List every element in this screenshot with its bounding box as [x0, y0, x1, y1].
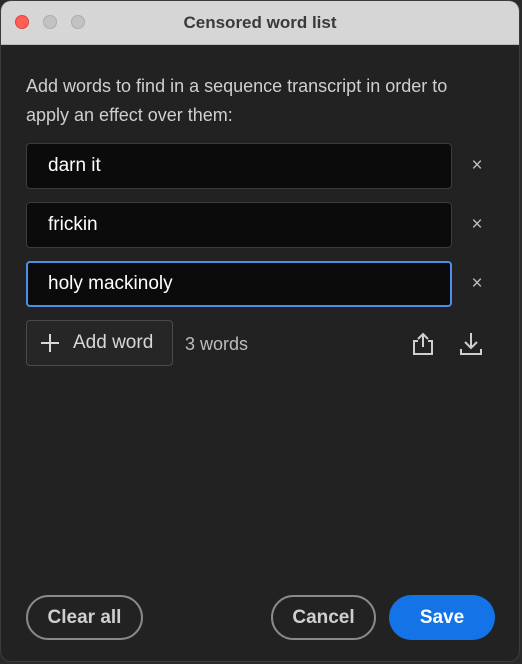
word-input-2[interactable]	[26, 202, 452, 248]
download-import-icon	[460, 333, 482, 355]
remove-word-3-button[interactable]: ×	[466, 273, 488, 295]
clear-all-button[interactable]: Clear all	[26, 595, 143, 640]
add-word-label: Add word	[73, 332, 154, 353]
close-icon: ×	[471, 273, 483, 294]
close-icon: ×	[471, 214, 483, 235]
close-icon: ×	[471, 155, 483, 176]
word-row: ×	[26, 261, 496, 307]
remove-word-1-button[interactable]: ×	[466, 155, 488, 177]
word-row: ×	[26, 202, 496, 248]
word-row: ×	[26, 143, 496, 189]
cancel-button[interactable]: Cancel	[271, 595, 376, 640]
word-input-1[interactable]	[26, 143, 452, 189]
add-word-button[interactable]: Add word	[26, 320, 173, 366]
censored-word-list-dialog: Censored word list Add words to find in …	[1, 1, 519, 661]
save-button[interactable]: Save	[389, 595, 495, 640]
title-bar: Censored word list	[1, 1, 519, 45]
window-title: Censored word list	[183, 13, 337, 32]
plus-icon	[41, 334, 59, 352]
remove-word-2-button[interactable]: ×	[466, 214, 488, 236]
import-words-button[interactable]	[457, 330, 485, 358]
word-input-3[interactable]	[26, 261, 452, 307]
dialog-description: Add words to find in a sequence transcri…	[26, 76, 448, 125]
share-export-icon	[413, 332, 433, 355]
export-words-button[interactable]	[409, 330, 437, 358]
word-count: 3 words	[185, 334, 249, 354]
